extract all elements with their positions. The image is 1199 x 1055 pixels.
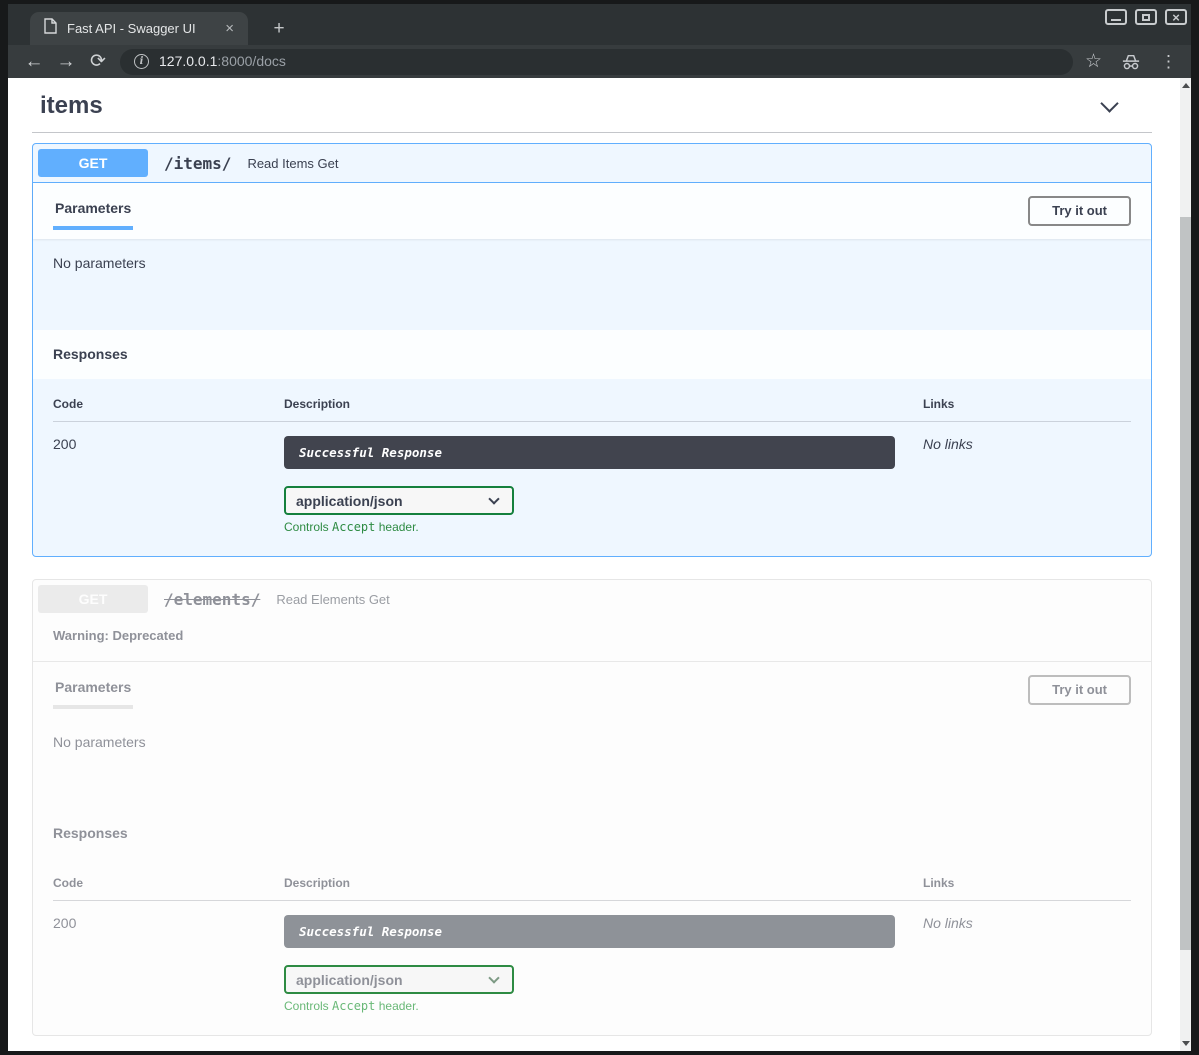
code-column-header: Code — [53, 876, 284, 890]
response-code: 200 — [53, 915, 284, 1013]
forward-icon[interactable]: → — [50, 51, 82, 73]
section-divider — [32, 132, 1152, 133]
tab-title: Fast API - Swagger UI — [67, 21, 211, 36]
responses-table-header: Code Description Links — [53, 397, 1131, 422]
tab-strip: Fast API - Swagger UI × + × — [8, 4, 1191, 45]
reload-icon[interactable]: ⟳ — [82, 50, 114, 73]
method-badge: GET — [38, 149, 148, 177]
no-parameters-text: No parameters — [33, 718, 1151, 809]
endpoint-summary: Read Elements Get — [276, 592, 389, 607]
no-parameters-text: No parameters — [33, 239, 1151, 330]
browser-tab[interactable]: Fast API - Swagger UI × — [30, 12, 248, 45]
endpoint-summary: Read Items Get — [247, 156, 338, 171]
page-favicon-icon — [44, 18, 57, 39]
links-column-header: Links — [923, 397, 1131, 411]
maximize-button[interactable] — [1135, 9, 1157, 25]
response-row: 200 Successful Response application/json… — [53, 422, 1131, 534]
responses-table-header: Code Description Links — [53, 876, 1131, 901]
opblock-summary[interactable]: GET /items/ Read Items Get — [33, 144, 1151, 183]
media-type-select[interactable]: application/json — [284, 486, 514, 515]
response-description: Successful Response — [284, 915, 895, 948]
code-column-header: Code — [53, 397, 284, 411]
chevron-down-icon — [488, 972, 499, 983]
url-path: :8000/docs — [217, 53, 286, 69]
browser-menu-icon[interactable]: ⋮ — [1160, 52, 1177, 72]
response-row: 200 Successful Response application/json… — [53, 901, 1131, 1013]
try-it-out-button[interactable]: Try it out — [1028, 196, 1131, 226]
opblock-get-elements-deprecated: GET /elements/ Read Elements Get Warning… — [32, 579, 1152, 1036]
opblock-summary[interactable]: GET /elements/ Read Elements Get — [33, 580, 1151, 618]
close-button[interactable]: × — [1165, 9, 1187, 25]
incognito-icon — [1120, 53, 1142, 71]
parameters-tab[interactable]: Parameters — [53, 671, 133, 709]
opblock-get-items: GET /items/ Read Items Get Parameters Tr… — [32, 143, 1152, 557]
section-collapse-chevron-down-icon[interactable] — [1100, 94, 1118, 112]
description-column-header: Description — [284, 876, 923, 890]
description-column-header: Description — [284, 397, 923, 411]
response-code: 200 — [53, 436, 284, 534]
back-icon[interactable]: ← — [18, 51, 50, 73]
accept-header-note: Controls Accept header. — [284, 520, 895, 534]
response-links: No links — [923, 915, 1131, 1013]
tab-close-icon[interactable]: × — [221, 19, 238, 38]
scrollbar-thumb[interactable] — [1180, 217, 1191, 950]
responses-heading: Responses — [33, 809, 1151, 858]
scroll-down-arrow-icon[interactable] — [1180, 1036, 1191, 1051]
chevron-down-icon — [488, 493, 499, 504]
browser-toolbar: ← → ⟳ i 127.0.0.1:8000/docs ☆ ⋮ — [8, 45, 1191, 78]
parameters-tab[interactable]: Parameters — [53, 192, 133, 230]
vertical-scrollbar[interactable] — [1180, 78, 1191, 1051]
bookmark-star-icon[interactable]: ☆ — [1085, 50, 1102, 73]
section-title: items — [40, 92, 103, 120]
accept-header-note: Controls Accept header. — [284, 999, 895, 1013]
url-host: 127.0.0.1 — [159, 53, 217, 69]
site-info-icon[interactable]: i — [134, 54, 149, 69]
page-content: items GET /items/ Read Items Get Paramet… — [8, 78, 1191, 1051]
media-type-select[interactable]: application/json — [284, 965, 514, 994]
media-type-value: application/json — [296, 493, 403, 509]
minimize-button[interactable] — [1105, 9, 1127, 25]
endpoint-path: /items/ — [164, 154, 231, 173]
media-type-value: application/json — [296, 972, 403, 988]
endpoint-path: /elements/ — [164, 590, 260, 609]
links-column-header: Links — [923, 876, 1131, 890]
new-tab-button[interactable]: + — [266, 16, 292, 42]
address-bar[interactable]: i 127.0.0.1:8000/docs — [120, 49, 1073, 75]
window-controls: × — [1105, 9, 1187, 25]
try-it-out-button[interactable]: Try it out — [1028, 675, 1131, 705]
response-links: No links — [923, 436, 1131, 534]
deprecated-warning: Warning: Deprecated — [33, 618, 1151, 661]
method-badge: GET — [38, 585, 148, 613]
scroll-up-arrow-icon[interactable] — [1180, 78, 1191, 93]
responses-heading: Responses — [33, 330, 1151, 379]
response-description: Successful Response — [284, 436, 895, 469]
